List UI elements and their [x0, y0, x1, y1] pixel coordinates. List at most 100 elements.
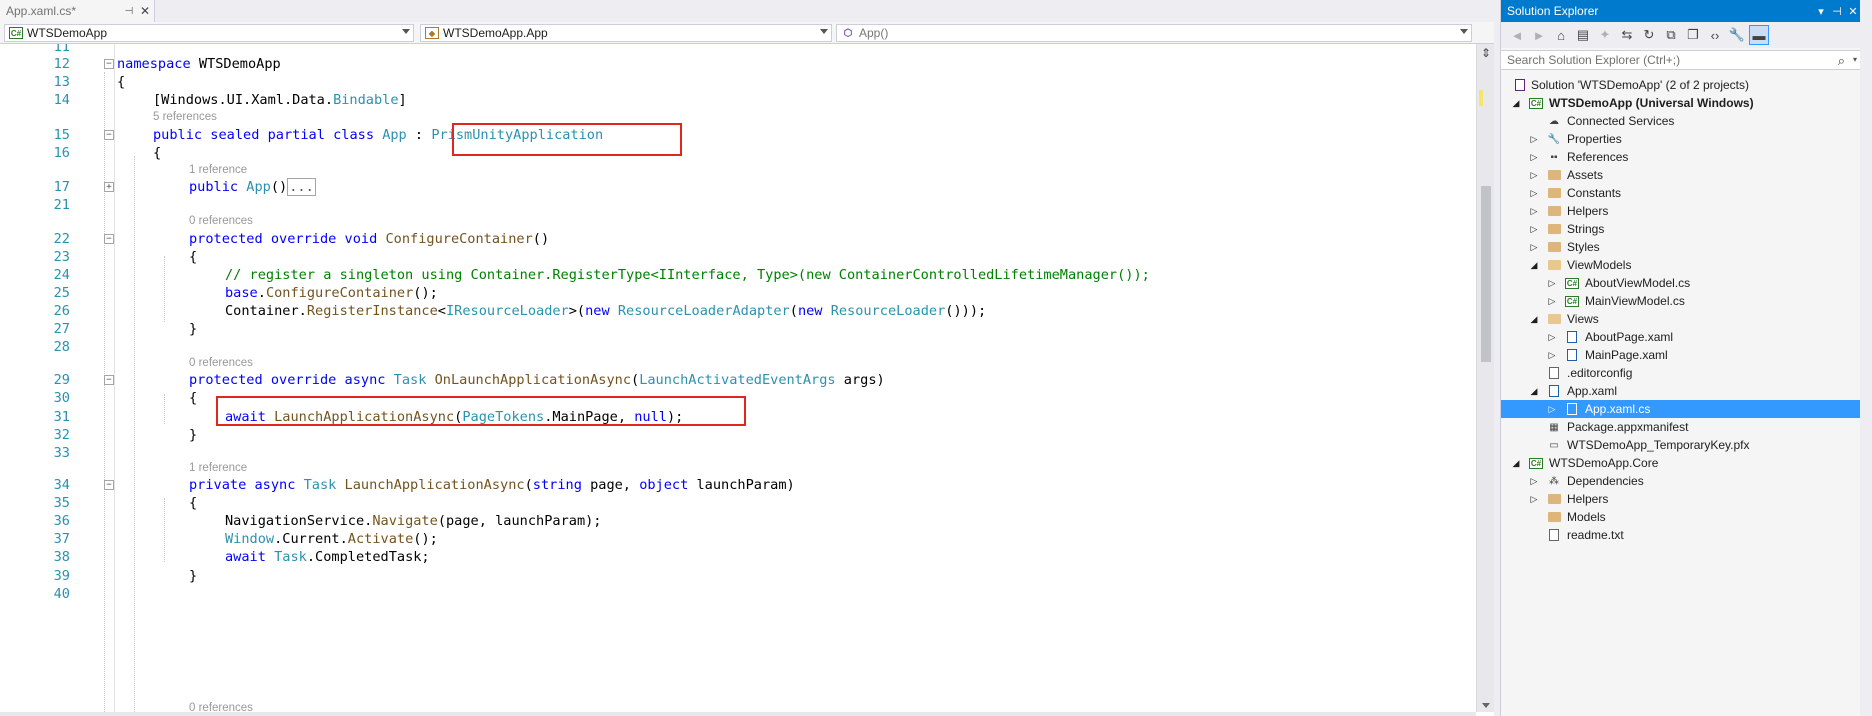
code-text: } — [189, 427, 198, 443]
expanded-arrow-icon[interactable]: ◢ — [1511, 98, 1521, 109]
tree-item[interactable]: ▷ MainPage.xaml — [1501, 346, 1861, 364]
collapse-all-icon[interactable]: ⧉ — [1661, 25, 1681, 45]
scrollbar-thumb[interactable] — [1481, 186, 1491, 362]
search-placeholder: Search Solution Explorer (Ctrl+;) — [1507, 53, 1681, 67]
auto-hide-pin-icon[interactable]: ⊣ — [1829, 5, 1845, 18]
codelens-references[interactable]: 0 references — [189, 215, 253, 227]
forward-icon[interactable]: ► — [1529, 25, 1549, 45]
tree-item[interactable]: ◢ Views — [1501, 310, 1861, 328]
close-tab-icon[interactable]: ✕ — [136, 4, 154, 18]
expanded-arrow-icon[interactable]: ◢ — [1511, 458, 1521, 469]
collapsed-arrow-icon[interactable]: ▷ — [1529, 170, 1539, 181]
tree-item-solution[interactable]: Solution 'WTSDemoApp' (2 of 2 projects) — [1501, 76, 1861, 94]
code-line: 15 − public sealed partial class App : P… — [0, 126, 1476, 144]
tree-item[interactable]: ▷ Helpers — [1501, 490, 1861, 508]
tree-item[interactable]: .editorconfig — [1501, 364, 1861, 382]
folder-icon — [1547, 240, 1561, 254]
show-all-files-icon[interactable]: ❐ — [1683, 25, 1703, 45]
text-file-icon — [1547, 528, 1561, 542]
collapse-icon[interactable]: − — [104, 375, 114, 385]
collapsed-arrow-icon[interactable]: ▷ — [1529, 494, 1539, 505]
tree-item[interactable]: ▷ Helpers — [1501, 202, 1861, 220]
collapsed-arrow-icon[interactable]: ▷ — [1529, 476, 1539, 487]
tree-item[interactable]: ▷ ▪▪ References — [1501, 148, 1861, 166]
collapse-icon[interactable]: − — [104, 59, 114, 69]
tree-item-project[interactable]: ◢ C# WTSDemoApp.Core — [1501, 454, 1861, 472]
view-code-icon[interactable]: ‹› — [1705, 25, 1725, 45]
split-window-icon[interactable]: ⇕ — [1479, 46, 1493, 60]
collapsed-arrow-icon[interactable]: ▷ — [1529, 242, 1539, 253]
tree-item[interactable]: ▷ ⁂ Dependencies — [1501, 472, 1861, 490]
horizontal-scrollbar[interactable] — [0, 712, 1476, 716]
expanded-arrow-icon[interactable]: ◢ — [1529, 314, 1539, 325]
collapsed-arrow-icon[interactable]: ▷ — [1547, 350, 1557, 361]
tree-item[interactable]: ▷ AboutPage.xaml — [1501, 328, 1861, 346]
expanded-arrow-icon[interactable]: ◢ — [1529, 260, 1539, 271]
document-tab[interactable]: App.xaml.cs* ⊣ ✕ — [0, 0, 155, 22]
tree-item-selected[interactable]: ▷ App.xaml.cs — [1501, 400, 1861, 418]
pin-icon[interactable]: ⊣ — [122, 6, 136, 17]
pending-changes-icon[interactable]: ✦ — [1595, 25, 1615, 45]
preview-icon[interactable]: ▬ — [1749, 25, 1769, 45]
codelens-references[interactable]: 1 reference — [189, 164, 247, 176]
tree-item[interactable]: ▷ Assets — [1501, 166, 1861, 184]
collapsed-arrow-icon[interactable]: ▷ — [1529, 224, 1539, 235]
project-dropdown[interactable]: C# WTSDemoApp — [4, 24, 414, 42]
collapsed-arrow-icon[interactable]: ▷ — [1547, 404, 1557, 415]
code-text: Window.Current.Activate(); — [225, 531, 438, 547]
switch-views-icon[interactable]: ▤ — [1573, 25, 1593, 45]
properties-icon[interactable]: 🔧 — [1727, 25, 1747, 45]
tree-item-label: readme.txt — [1567, 528, 1624, 542]
sync-icon[interactable]: ⇆ — [1617, 25, 1637, 45]
side-tool-strip[interactable] — [1860, 0, 1872, 716]
tree-item[interactable]: ◢ App.xaml — [1501, 382, 1861, 400]
collapse-icon[interactable]: − — [104, 480, 114, 490]
expand-icon[interactable]: + — [104, 182, 114, 192]
type-dropdown[interactable]: ◆ WTSDemoApp.App — [420, 24, 832, 42]
back-icon[interactable]: ◄ — [1507, 25, 1527, 45]
scroll-down-icon[interactable] — [1482, 703, 1490, 708]
tree-item[interactable]: ▷ Strings — [1501, 220, 1861, 238]
vertical-scrollbar[interactable]: ⇕ — [1476, 44, 1494, 712]
tree-item[interactable]: ▷ Styles — [1501, 238, 1861, 256]
collapsed-arrow-icon[interactable]: ▷ — [1547, 332, 1557, 343]
collapsed-arrow-icon[interactable]: ▷ — [1529, 152, 1539, 163]
tree-item[interactable]: Models — [1501, 508, 1861, 526]
member-dropdown[interactable]: ⬡ App() — [836, 24, 1472, 42]
tree-item[interactable]: ▭ WTSDemoApp_TemporaryKey.pfx — [1501, 436, 1861, 454]
home-icon[interactable]: ⌂ — [1551, 25, 1571, 45]
chevron-down-icon[interactable]: ▾ — [1853, 55, 1857, 64]
close-icon[interactable]: ✕ — [1845, 5, 1861, 18]
folder-open-icon — [1547, 312, 1561, 326]
collapsed-arrow-icon[interactable]: ▷ — [1547, 278, 1557, 289]
tree-item[interactable]: ▦ Package.appxmanifest — [1501, 418, 1861, 436]
tree-item[interactable]: ▷ Constants — [1501, 184, 1861, 202]
tree-item[interactable]: readme.txt — [1501, 526, 1861, 544]
code-text: { — [189, 495, 198, 511]
code-line: 14 [Windows.UI.Xaml.Data.Bindable] — [0, 91, 1476, 109]
solution-search-input[interactable]: Search Solution Explorer (Ctrl+;) ⌕ ▾ — [1501, 50, 1861, 70]
tree-item-label: Helpers — [1567, 204, 1609, 218]
collapsed-arrow-icon[interactable]: ▷ — [1547, 296, 1557, 307]
codelens-references[interactable]: 0 references — [189, 357, 253, 369]
search-icon[interactable]: ⌕ — [1838, 53, 1845, 69]
codelens-references[interactable]: 5 references — [153, 111, 217, 123]
window-position-icon[interactable]: ▾ — [1813, 5, 1829, 18]
collapsed-arrow-icon[interactable]: ▷ — [1529, 134, 1539, 145]
collapsed-arrow-icon[interactable]: ▷ — [1529, 188, 1539, 199]
csharp-file-icon: C# — [1564, 295, 1580, 307]
collapse-icon[interactable]: − — [104, 130, 114, 140]
code-text-area[interactable]: 11 12 − namespace WTSDemoApp 13 { 14 [Wi… — [0, 44, 1476, 712]
collapsed-arrow-icon[interactable]: ▷ — [1529, 206, 1539, 217]
refresh-icon[interactable]: ↻ — [1639, 25, 1659, 45]
codelens-references[interactable]: 1 reference — [189, 462, 247, 474]
tree-item-project[interactable]: ◢ C# WTSDemoApp (Universal Windows) — [1501, 94, 1861, 112]
tree-item[interactable]: ◢ ViewModels — [1501, 256, 1861, 274]
tree-item[interactable]: ▷ 🔧 Properties — [1501, 130, 1861, 148]
tree-item[interactable]: ☁ Connected Services — [1501, 112, 1861, 130]
tree-item[interactable]: ▷ C# MainViewModel.cs — [1501, 292, 1861, 310]
collapse-icon[interactable]: − — [104, 234, 114, 244]
expanded-arrow-icon[interactable]: ◢ — [1529, 386, 1539, 397]
codelens-references[interactable]: 0 references — [189, 702, 253, 712]
tree-item[interactable]: ▷ C# AboutViewModel.cs — [1501, 274, 1861, 292]
